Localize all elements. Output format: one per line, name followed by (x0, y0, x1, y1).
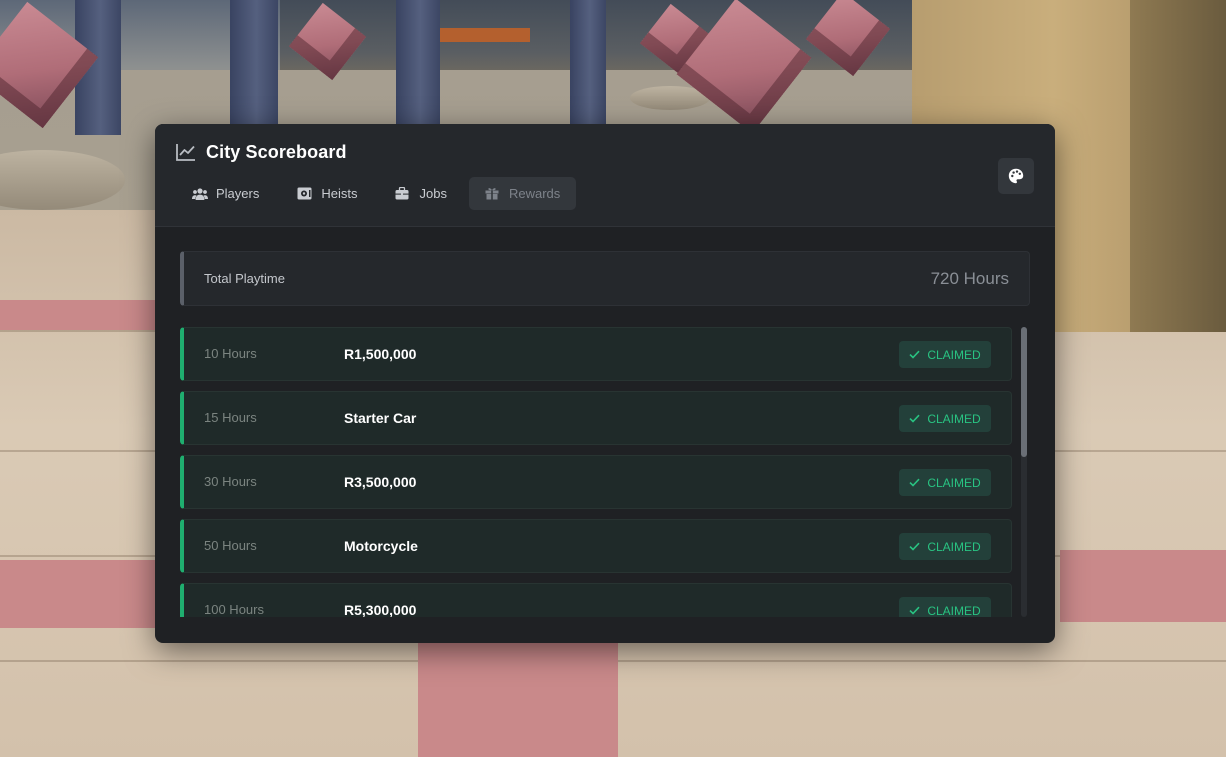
reward-row: 50 Hours Motorcycle CLAIMED (180, 519, 1012, 573)
red-tile (0, 560, 160, 628)
check-icon (909, 478, 920, 487)
status-label: CLAIMED (927, 411, 981, 426)
playtime-label: Total Playtime (204, 271, 285, 286)
tab-label: Jobs (419, 186, 447, 201)
pillar (570, 0, 606, 126)
total-playtime-card: Total Playtime 720 Hours (180, 251, 1030, 306)
status-label: CLAIMED (927, 475, 981, 490)
playtime-value: 720 Hours (930, 268, 1009, 288)
panel-header: City Scoreboard Players Heists Jobs Rewa… (155, 124, 1055, 227)
theme-button[interactable] (998, 158, 1034, 194)
tab-bar: Players Heists Jobs Rewards (176, 177, 582, 210)
check-icon (909, 606, 920, 615)
status-label: CLAIMED (927, 603, 981, 618)
check-icon (909, 350, 920, 359)
tab-label: Heists (321, 186, 358, 201)
scrollbar-track[interactable] (1021, 327, 1027, 617)
reward-hours: 10 Hours (204, 346, 257, 361)
reward-name: R3,500,000 (344, 474, 417, 490)
pillar (396, 0, 440, 126)
red-tile (418, 640, 618, 757)
page-title: City Scoreboard (206, 142, 347, 162)
reward-hours: 15 Hours (204, 410, 257, 425)
rewards-list[interactable]: 10 Hours R1,500,000 CLAIMED 15 Hours Sta… (180, 327, 1032, 617)
reward-hours: 100 Hours (204, 602, 264, 617)
scrollbar-thumb[interactable] (1021, 327, 1027, 457)
reward-name: Starter Car (344, 410, 417, 426)
reward-row: 100 Hours R5,300,000 CLAIMED (180, 583, 1012, 617)
scoreboard-panel: City Scoreboard Players Heists Jobs Rewa… (155, 124, 1055, 643)
claimed-badge: CLAIMED (899, 405, 991, 432)
tab-jobs[interactable]: Jobs (379, 177, 462, 210)
tab-label: Players (216, 186, 260, 201)
vault-icon (297, 187, 313, 201)
reward-row: 30 Hours R3,500,000 CLAIMED (180, 455, 1012, 509)
gift-icon (485, 187, 501, 201)
reward-name: R5,300,000 (344, 602, 417, 617)
reward-row: 15 Hours Starter Car CLAIMED (180, 391, 1012, 445)
check-icon (909, 542, 920, 551)
claimed-badge: CLAIMED (899, 341, 991, 368)
claimed-badge: CLAIMED (899, 533, 991, 560)
palette-icon (1008, 168, 1024, 184)
users-icon (192, 187, 208, 201)
briefcase-icon (395, 187, 411, 201)
title-row: City Scoreboard (176, 142, 347, 163)
status-label: CLAIMED (927, 347, 981, 362)
reward-name: R1,500,000 (344, 346, 417, 362)
tab-label: Rewards (508, 186, 561, 201)
reward-name: Motorcycle (344, 538, 418, 554)
tab-players[interactable]: Players (176, 177, 275, 210)
reward-hours: 30 Hours (204, 474, 257, 489)
reward-row: 10 Hours R1,500,000 CLAIMED (180, 327, 1012, 381)
building-wall-edge (1130, 0, 1226, 332)
pillar (230, 0, 278, 126)
chart-line-icon (176, 143, 196, 163)
tab-rewards[interactable]: Rewards (468, 177, 577, 210)
claimed-badge: CLAIMED (899, 469, 991, 496)
shop-awning (440, 28, 530, 42)
status-label: CLAIMED (927, 539, 981, 554)
reward-hours: 50 Hours (204, 538, 257, 553)
claimed-badge: CLAIMED (899, 597, 991, 617)
tab-heists[interactable]: Heists (281, 177, 373, 210)
check-icon (909, 414, 920, 423)
red-tile (1060, 550, 1226, 622)
red-tile (0, 300, 155, 330)
